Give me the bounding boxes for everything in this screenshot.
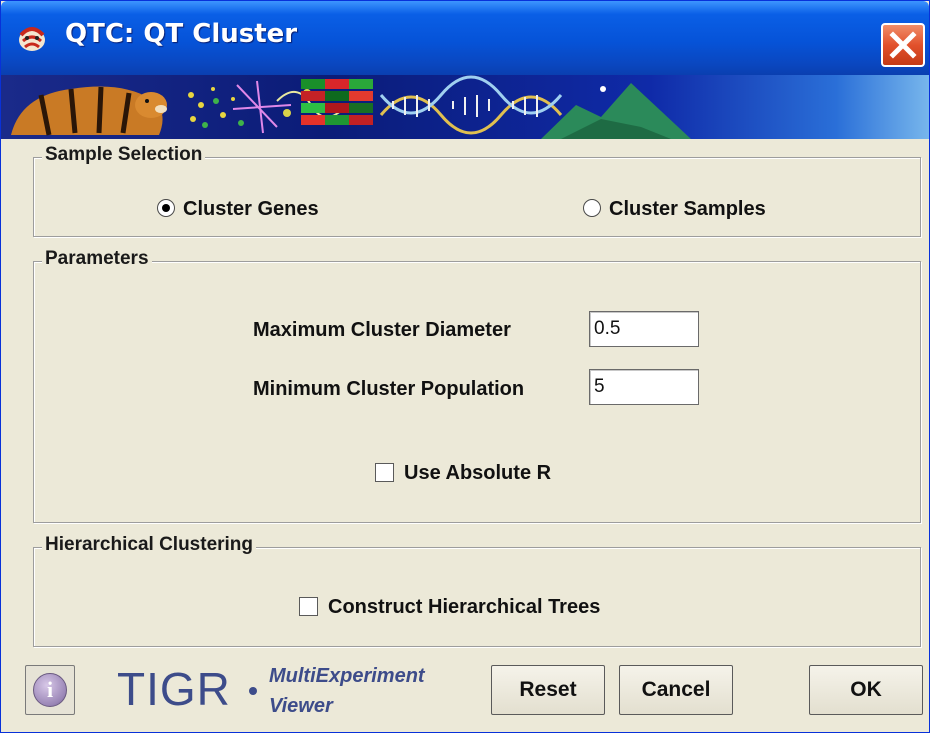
cluster-genes-label: Cluster Genes <box>183 198 319 220</box>
radio-selected-icon <box>157 199 175 218</box>
construct-trees-checkbox[interactable]: Construct Hierarchical Trees <box>299 595 600 619</box>
info-button[interactable]: i <box>25 665 75 715</box>
logo-dot <box>249 687 257 695</box>
max-diameter-label: Maximum Cluster Diameter <box>253 319 511 341</box>
banner-artwork <box>11 75 691 139</box>
close-button[interactable] <box>881 23 925 67</box>
logo-subtitle-line2: Viewer <box>269 695 333 717</box>
max-diameter-input[interactable] <box>589 311 699 347</box>
ok-button[interactable]: OK <box>809 665 923 715</box>
header-banner <box>1 75 929 139</box>
close-x-icon <box>889 31 917 59</box>
parameters-title: Parameters <box>42 248 152 270</box>
min-population-input[interactable] <box>589 369 699 405</box>
cluster-samples-label: Cluster Samples <box>609 198 766 220</box>
title-bar[interactable]: QTC: QT Cluster <box>1 1 929 75</box>
tigr-app-icon <box>15 21 49 55</box>
reset-button[interactable]: Reset <box>491 665 605 715</box>
use-absolute-r-checkbox[interactable]: Use Absolute R <box>375 461 551 485</box>
tigr-logo-text: TIGR <box>117 663 231 715</box>
sample-selection-title: Sample Selection <box>42 144 206 166</box>
window-title: QTC: QT Cluster <box>65 19 298 49</box>
checkbox-unchecked-icon <box>299 596 318 616</box>
logo-subtitle-line1: MultiExperiment <box>269 665 425 687</box>
cluster-samples-radio[interactable]: Cluster Samples <box>583 197 766 221</box>
cluster-genes-radio[interactable]: Cluster Genes <box>157 197 319 221</box>
min-population-label: Minimum Cluster Population <box>253 378 525 400</box>
dialog-window: QTC: QT Cluster Sample Selection Cluster… <box>0 0 930 733</box>
radio-unselected-icon <box>583 199 601 218</box>
hierarchical-title: Hierarchical Clustering <box>42 534 257 556</box>
construct-trees-label: Construct Hierarchical Trees <box>328 596 601 618</box>
info-icon: i <box>33 673 67 707</box>
cancel-button[interactable]: Cancel <box>619 665 733 715</box>
checkbox-unchecked-icon <box>375 462 394 482</box>
use-absolute-r-label: Use Absolute R <box>404 462 552 484</box>
